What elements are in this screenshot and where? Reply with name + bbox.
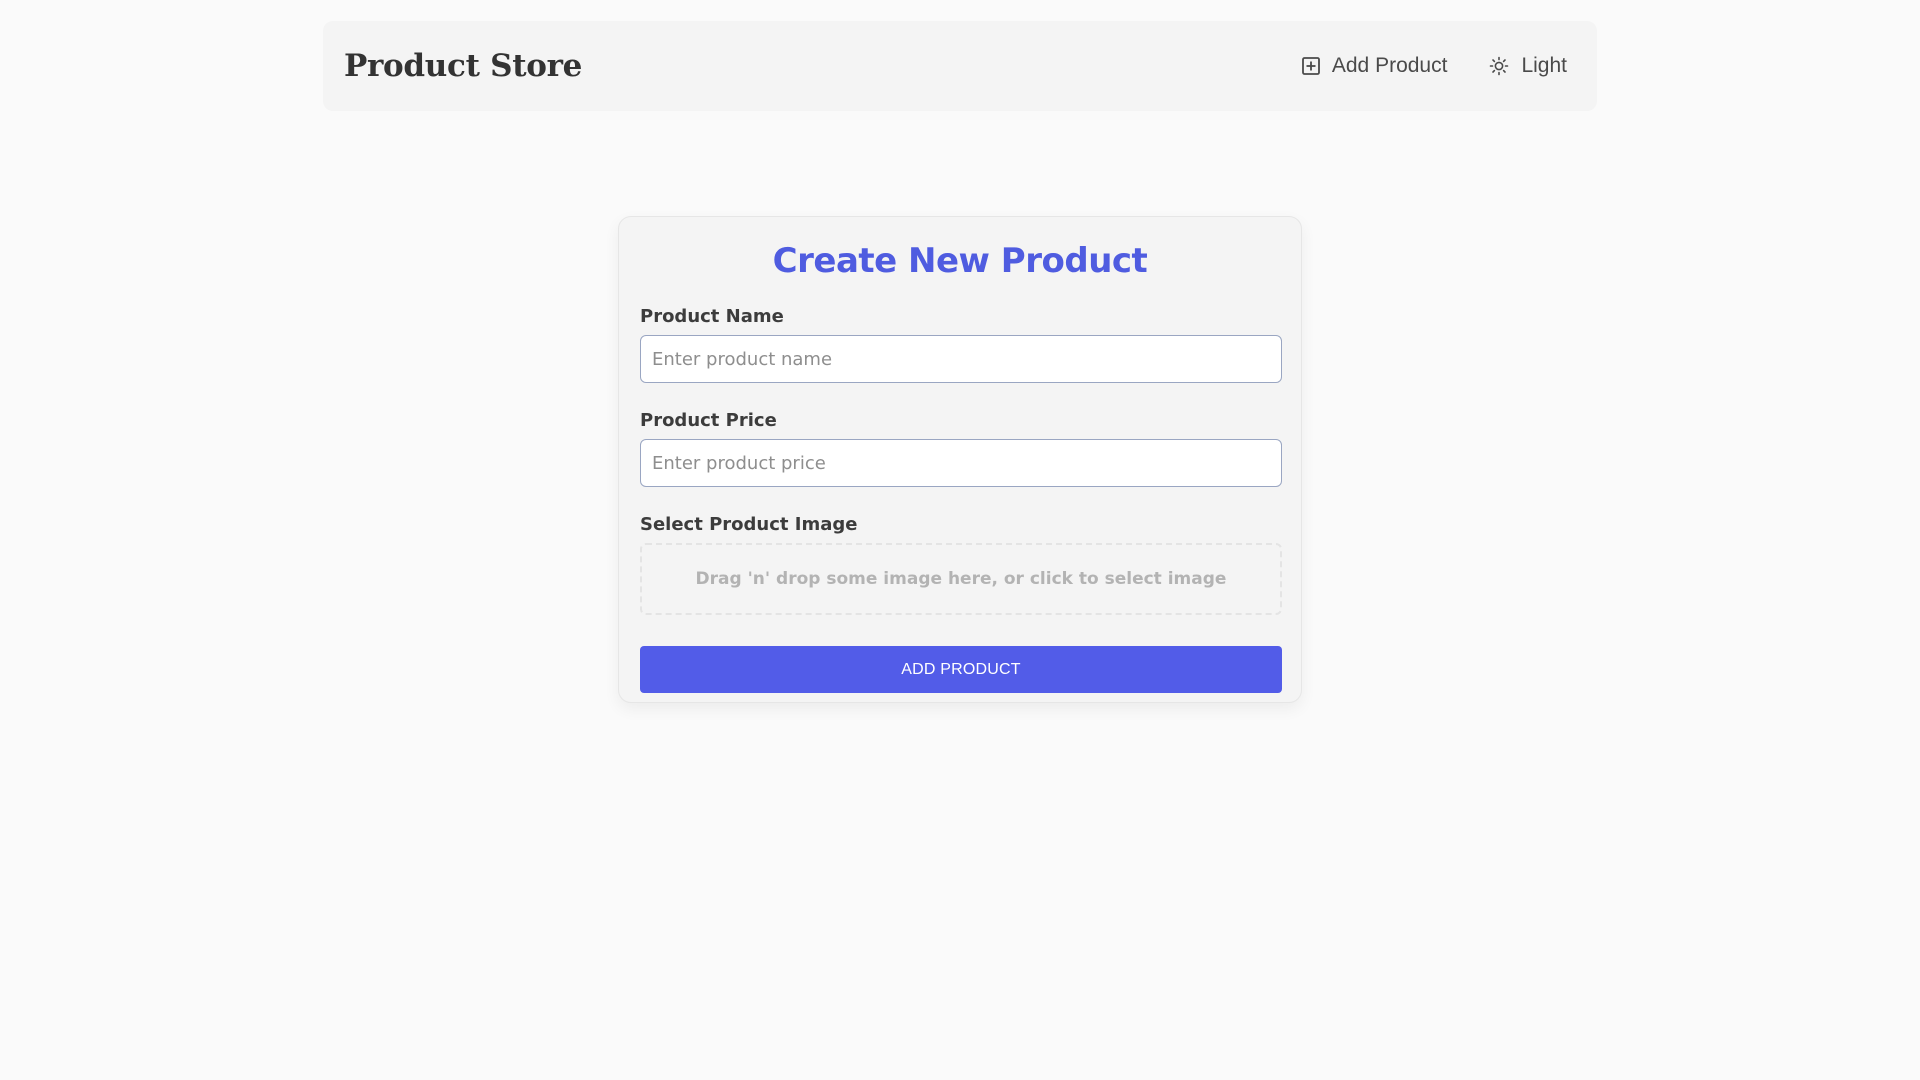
sun-icon bbox=[1489, 56, 1509, 76]
product-price-input[interactable] bbox=[640, 439, 1282, 487]
product-price-label: Product Price bbox=[640, 410, 777, 431]
image-dropzone[interactable]: Drag 'n' drop some image here, or click … bbox=[640, 543, 1282, 615]
add-product-button[interactable]: ADD PRODUCT bbox=[640, 646, 1282, 693]
form-title: Create New Product bbox=[772, 241, 1148, 281]
theme-toggle[interactable]: Light bbox=[1489, 54, 1567, 78]
top-navbar: Product Store Add Product Light bbox=[323, 21, 1597, 111]
create-product-card: Create New Product Product Name Product … bbox=[618, 216, 1302, 703]
brand-logo-text[interactable]: Product Store bbox=[344, 48, 582, 84]
add-product-link-label: Add Product bbox=[1331, 54, 1448, 77]
nav-actions: Add Product Light bbox=[1301, 54, 1567, 78]
add-product-link[interactable]: Add Product bbox=[1301, 54, 1448, 78]
product-image-label: Select Product Image bbox=[640, 514, 858, 535]
dropzone-text: Drag 'n' drop some image here, or click … bbox=[695, 569, 1227, 589]
theme-toggle-label: Light bbox=[1521, 54, 1567, 77]
plus-square-icon bbox=[1301, 57, 1320, 75]
product-name-label: Product Name bbox=[640, 306, 784, 327]
product-name-input[interactable] bbox=[640, 335, 1282, 383]
